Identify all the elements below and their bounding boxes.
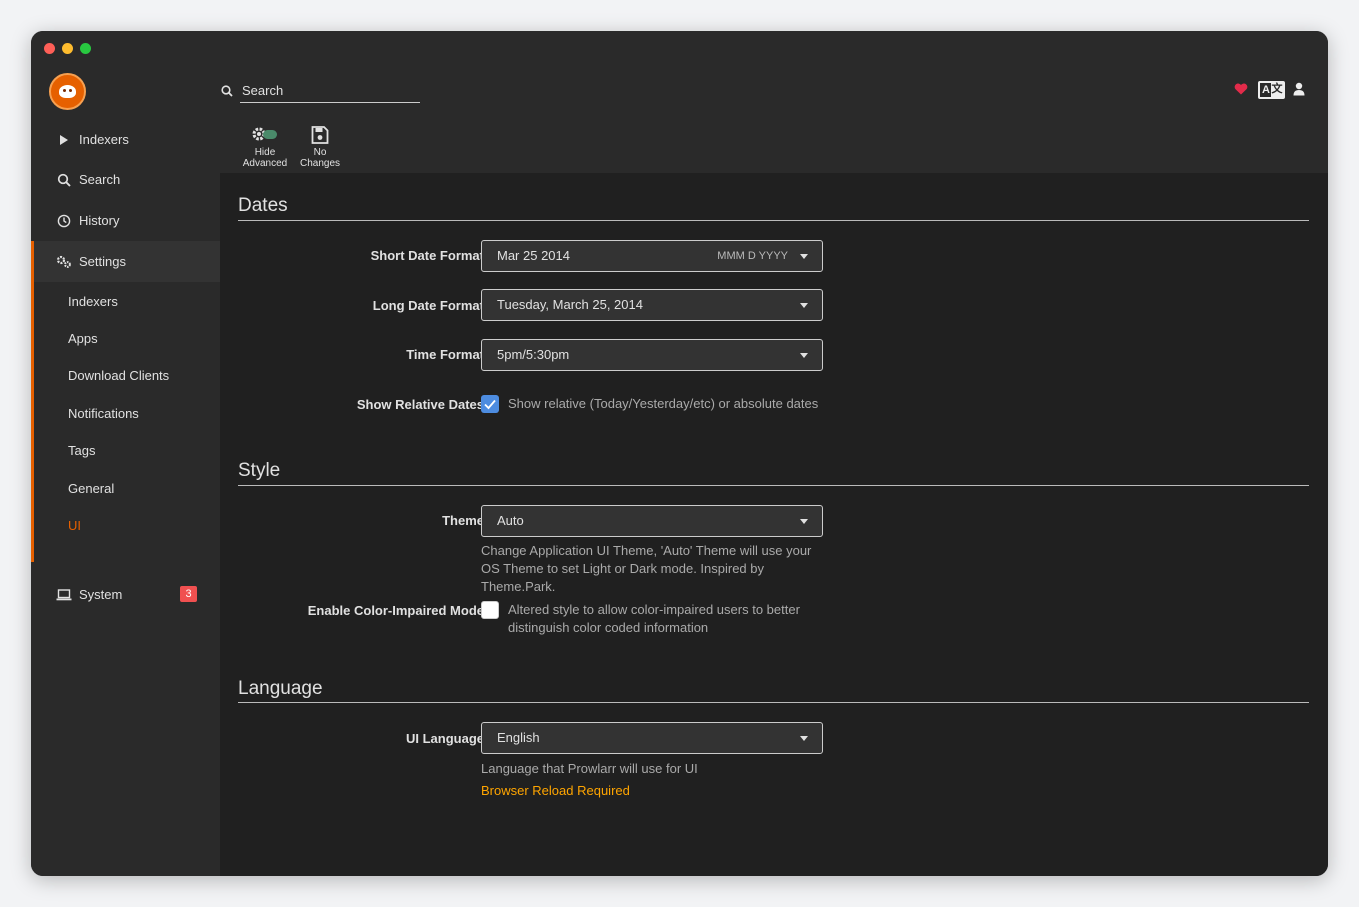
- chevron-down-icon: [800, 303, 808, 308]
- gears-icon: [56, 254, 72, 270]
- play-icon: [56, 132, 72, 148]
- sidebar-item-label: History: [79, 213, 120, 228]
- translate-icon[interactable]: A文: [1258, 81, 1285, 99]
- maximize-window-button[interactable]: [80, 43, 91, 54]
- short-date-format-value: Mar 25 2014: [497, 248, 570, 263]
- hide-advanced-label-2: Advanced: [242, 158, 288, 169]
- show-relative-dates-text: Show relative (Today/Yesterday/etc) or a…: [508, 396, 819, 411]
- app-window: A文 Indexers Search History: [31, 31, 1328, 876]
- short-date-format-label: Short Date Format: [370, 248, 484, 263]
- section-divider: [238, 485, 1309, 486]
- color-impaired-mode-checkbox[interactable]: [481, 601, 499, 619]
- long-date-format-label: Long Date Format: [372, 298, 484, 313]
- time-format-value: 5pm/5:30pm: [497, 347, 570, 362]
- sidebar-subitem-apps[interactable]: Apps: [68, 331, 98, 346]
- save-icon: [311, 126, 329, 144]
- ui-language-help-text: Language that Prowlarr will use for UI: [481, 761, 698, 776]
- close-window-button[interactable]: [44, 43, 55, 54]
- long-date-format-value: Tuesday, March 25, 2014: [497, 297, 643, 312]
- theme-label: Theme: [442, 513, 484, 528]
- ui-language-label: UI Language: [405, 731, 484, 746]
- color-impaired-mode-label: Enable Color-Impaired Mode: [307, 603, 484, 618]
- sidebar-item-label: Settings: [79, 254, 126, 269]
- clock-icon: [56, 213, 72, 229]
- short-date-format-hint: MMM D YYYY: [717, 250, 788, 262]
- settings-content: Dates Short Date Format Mar 25 2014 MMM …: [220, 173, 1328, 876]
- section-divider: [238, 220, 1309, 221]
- sidebar-subitem-indexers[interactable]: Indexers: [68, 294, 118, 309]
- show-relative-dates-checkbox[interactable]: [481, 395, 499, 413]
- ui-language-value: English: [497, 730, 540, 745]
- theme-value: Auto: [497, 513, 524, 528]
- sidebar-item-search[interactable]: Search: [31, 159, 220, 200]
- section-divider: [238, 702, 1309, 703]
- sidebar-item-label: System: [79, 587, 123, 602]
- short-date-format-select[interactable]: Mar 25 2014 MMM D YYYY: [481, 240, 823, 272]
- save-changes-button[interactable]: No Changes: [298, 125, 342, 169]
- chevron-down-icon: [800, 254, 808, 259]
- time-format-select[interactable]: 5pm/5:30pm: [481, 339, 823, 371]
- gear-toggle-icon: [252, 127, 277, 141]
- long-date-format-select[interactable]: Tuesday, March 25, 2014: [481, 289, 823, 321]
- chevron-down-icon: [800, 353, 808, 358]
- check-icon: [484, 399, 496, 410]
- search-icon: [56, 172, 72, 188]
- sidebar-item-label: Search: [79, 172, 121, 187]
- show-relative-dates-label: Show Relative Dates: [356, 397, 484, 412]
- settings-submenu: Indexers Apps Download Clients Notificat…: [31, 282, 220, 562]
- chevron-down-icon: [800, 736, 808, 741]
- section-title-language: Language: [238, 678, 323, 699]
- sidebar-item-indexers[interactable]: Indexers: [31, 119, 220, 160]
- browser-reload-warning: Browser Reload Required: [481, 783, 630, 798]
- hide-advanced-label-1: Hide: [254, 147, 276, 158]
- sidebar-item-settings[interactable]: Settings: [31, 241, 220, 282]
- sidebar-item-label: Indexers: [79, 132, 129, 147]
- ui-language-select[interactable]: English: [481, 722, 823, 754]
- no-changes-label-2: Changes: [299, 158, 341, 169]
- section-title-style: Style: [238, 460, 281, 481]
- color-impaired-mode-text: Altered style to allow color-impaired us…: [508, 602, 800, 635]
- sidebar-subitem-tags[interactable]: Tags: [68, 443, 95, 458]
- sidebar-subitem-notifications[interactable]: Notifications: [68, 406, 139, 421]
- search-input[interactable]: [240, 79, 420, 103]
- heart-icon[interactable]: [1234, 83, 1248, 95]
- theme-select[interactable]: Auto: [481, 505, 823, 537]
- search-icon: [221, 85, 233, 97]
- sidebar-subitem-general[interactable]: General: [68, 481, 114, 496]
- page-header: A文: [31, 65, 1328, 119]
- time-format-label: Time Format: [406, 347, 484, 362]
- sidebar-subitem-ui[interactable]: UI: [68, 518, 81, 533]
- sidebar-subitem-download-clients[interactable]: Download Clients: [68, 368, 169, 383]
- sidebar-item-history[interactable]: History: [31, 200, 220, 241]
- sidebar-item-system[interactable]: System 3: [31, 574, 220, 615]
- title-bar: [31, 31, 1328, 65]
- chevron-down-icon: [800, 519, 808, 524]
- section-title-dates: Dates: [238, 195, 288, 216]
- page-toolbar: Hide Advanced No Changes: [220, 119, 1328, 173]
- theme-help-text: Change Application UI Theme, 'Auto' Them…: [481, 543, 812, 594]
- search-box: [219, 79, 421, 103]
- no-changes-label-1: No: [313, 147, 327, 158]
- sidebar: Indexers Search History Settings Indexer…: [31, 119, 220, 876]
- user-icon[interactable]: [1293, 82, 1305, 96]
- prowlarr-logo[interactable]: [49, 73, 86, 110]
- hide-advanced-button[interactable]: Hide Advanced: [242, 125, 288, 169]
- laptop-icon: [56, 587, 72, 603]
- minimize-window-button[interactable]: [62, 43, 73, 54]
- system-health-badge: 3: [180, 586, 197, 602]
